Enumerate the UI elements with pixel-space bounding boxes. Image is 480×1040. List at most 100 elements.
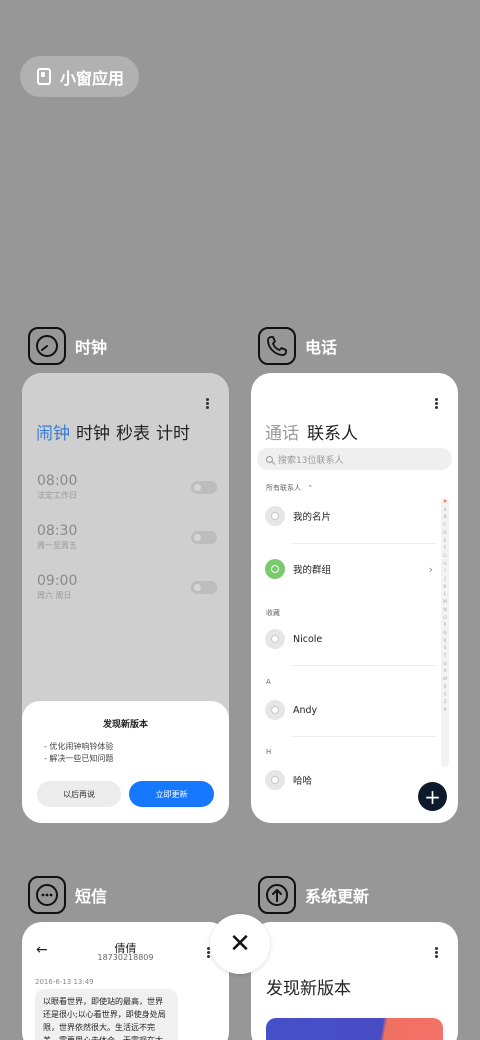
index-letter[interactable]: S: [441, 645, 449, 653]
clock-icon: [28, 327, 66, 365]
index-letter[interactable]: M: [441, 599, 449, 607]
index-letter[interactable]: W: [441, 676, 449, 684]
index-letter[interactable]: Q: [441, 630, 449, 638]
my-groups-item[interactable]: 我的群组 ›: [265, 557, 435, 581]
index-letter[interactable]: Y: [441, 692, 449, 700]
tab-clock[interactable]: 时钟: [76, 419, 110, 444]
index-letter[interactable]: N: [441, 607, 449, 615]
later-button[interactable]: 以后再说: [37, 781, 121, 807]
index-letter[interactable]: A: [441, 507, 449, 515]
sort-icon: ⌃: [307, 484, 314, 492]
more-icon[interactable]: [206, 402, 209, 405]
app-header-system-update[interactable]: 系统更新: [258, 876, 369, 914]
mini-window-apps-button[interactable]: 小窗应用: [20, 56, 139, 97]
index-letter[interactable]: B: [441, 514, 449, 522]
update-dialog-title: 发现新版本: [102, 720, 148, 730]
app-name-phone: 电话: [305, 338, 338, 357]
tab-stopwatch[interactable]: 秒表: [116, 419, 150, 444]
chevron-right-icon: ›: [428, 562, 433, 576]
alarm-repeat: 周一至周五: [37, 541, 77, 550]
index-letter[interactable]: Z: [441, 699, 449, 707]
index-letter[interactable]: K: [441, 584, 449, 592]
alarm-toggle[interactable]: [191, 481, 217, 494]
alarm-time: 08:30: [37, 523, 78, 539]
avatar: [265, 629, 285, 649]
update-notes: - 优化闹钟响铃体验 - 解决一些已知问题: [44, 741, 113, 765]
search-placeholder: 搜索13位联系人: [278, 455, 344, 466]
conversation-contact-number: 18730218809: [97, 953, 154, 962]
index-letter[interactable]: O: [441, 615, 449, 623]
alarm-repeat: 周六 周日: [37, 591, 72, 600]
clock-tabs: 闹钟 时钟 秒表 计时: [36, 419, 190, 444]
alphabet-index-scrollbar[interactable]: ♥ A B C D E F G H I J K L M N O P Q R S T U V W X Y Z #: [441, 497, 449, 767]
contact-name: Nicole: [293, 633, 323, 645]
message-bubble-icon: [28, 876, 66, 914]
phone-tabs: 通话 联系人: [265, 419, 358, 444]
update-now-button[interactable]: 立即更新: [129, 781, 214, 807]
add-contact-button[interactable]: +: [418, 782, 447, 811]
tab-calls[interactable]: 通话: [265, 419, 299, 444]
index-letter[interactable]: D: [441, 530, 449, 538]
contact-item[interactable]: Andy: [265, 698, 435, 722]
app-name-messages: 短信: [75, 887, 108, 906]
index-letter[interactable]: ♥: [441, 499, 449, 507]
tab-alarm[interactable]: 闹钟: [36, 419, 70, 444]
my-card-label: 我的名片: [293, 512, 332, 523]
index-letter[interactable]: L: [441, 591, 449, 599]
index-letter[interactable]: F: [441, 545, 449, 553]
update-note: - 优化闹钟响铃体验: [44, 742, 114, 751]
alarm-item[interactable]: 08:00 法定工作日: [37, 473, 217, 501]
message-bubble: 以眼看世界，即使站的最高，世界还是很小;以心看世界，即使身处局限，世界依然很大。…: [35, 989, 178, 1040]
divider: [291, 543, 436, 544]
index-letter[interactable]: E: [441, 538, 449, 546]
contact-item[interactable]: Nicole: [265, 627, 435, 651]
alarm-item[interactable]: 08:30 周一至周五: [37, 523, 217, 551]
index-letter[interactable]: G: [441, 553, 449, 561]
update-arrow-icon: [258, 876, 296, 914]
app-card-phone[interactable]: 通话 联系人 搜索13位联系人 所有联系人 ⌃ 我的名片 我的群组 › 收藏 N…: [251, 373, 458, 823]
app-card-system-update[interactable]: 发现新版本: [251, 922, 458, 1040]
system-update-title: 发现新版本: [266, 979, 351, 999]
alarm-time: 08:00: [37, 473, 78, 489]
section-header: H: [266, 748, 272, 756]
app-card-messages[interactable]: ← 倩倩 18730218809 2016-6-13 13:49 以眼看世界，即…: [22, 922, 229, 1040]
alarm-item[interactable]: 09:00 周六 周日: [37, 573, 217, 601]
index-letter[interactable]: C: [441, 522, 449, 530]
section-header: A: [266, 678, 271, 686]
alarm-toggle[interactable]: [191, 581, 217, 594]
tab-contacts[interactable]: 联系人: [307, 419, 358, 444]
index-letter[interactable]: P: [441, 622, 449, 630]
contact-item[interactable]: 哈哈: [265, 768, 435, 792]
all-contacts-filter[interactable]: 所有联系人 ⌃: [266, 483, 313, 493]
index-letter[interactable]: X: [441, 684, 449, 692]
app-card-clock[interactable]: 闹钟 时钟 秒表 计时 08:00 法定工作日 08:30 周一至周五 09:0…: [22, 373, 229, 823]
index-letter[interactable]: H: [441, 561, 449, 569]
app-header-phone[interactable]: 电话: [258, 327, 337, 365]
more-icon[interactable]: [435, 951, 438, 954]
contact-name: 哈哈: [293, 776, 313, 787]
all-contacts-label: 所有联系人: [266, 484, 301, 492]
message-timestamp: 2016-6-13 13:49: [35, 978, 94, 986]
contact-search-input[interactable]: 搜索13位联系人: [257, 448, 452, 470]
avatar: [265, 700, 285, 720]
index-letter[interactable]: R: [441, 638, 449, 646]
alarm-toggle[interactable]: [191, 531, 217, 544]
more-icon[interactable]: [207, 951, 210, 954]
favorites-label: 收藏: [266, 609, 280, 617]
app-header-messages[interactable]: 短信: [28, 876, 107, 914]
index-letter[interactable]: V: [441, 668, 449, 676]
index-letter[interactable]: #: [441, 707, 449, 715]
clear-all-button[interactable]: ✕: [210, 914, 270, 974]
index-letter[interactable]: T: [441, 653, 449, 661]
update-note: - 解决一些已知问题: [44, 754, 114, 763]
avatar: [265, 770, 285, 790]
tab-timer[interactable]: 计时: [156, 419, 190, 444]
more-icon[interactable]: [435, 402, 438, 405]
index-letter[interactable]: I: [441, 568, 449, 576]
app-header-clock[interactable]: 时钟: [28, 327, 107, 365]
close-icon: ✕: [229, 929, 251, 959]
alarm-repeat: 法定工作日: [37, 491, 77, 500]
my-card-item[interactable]: 我的名片: [265, 504, 435, 528]
index-letter[interactable]: U: [441, 661, 449, 669]
index-letter[interactable]: J: [441, 576, 449, 584]
